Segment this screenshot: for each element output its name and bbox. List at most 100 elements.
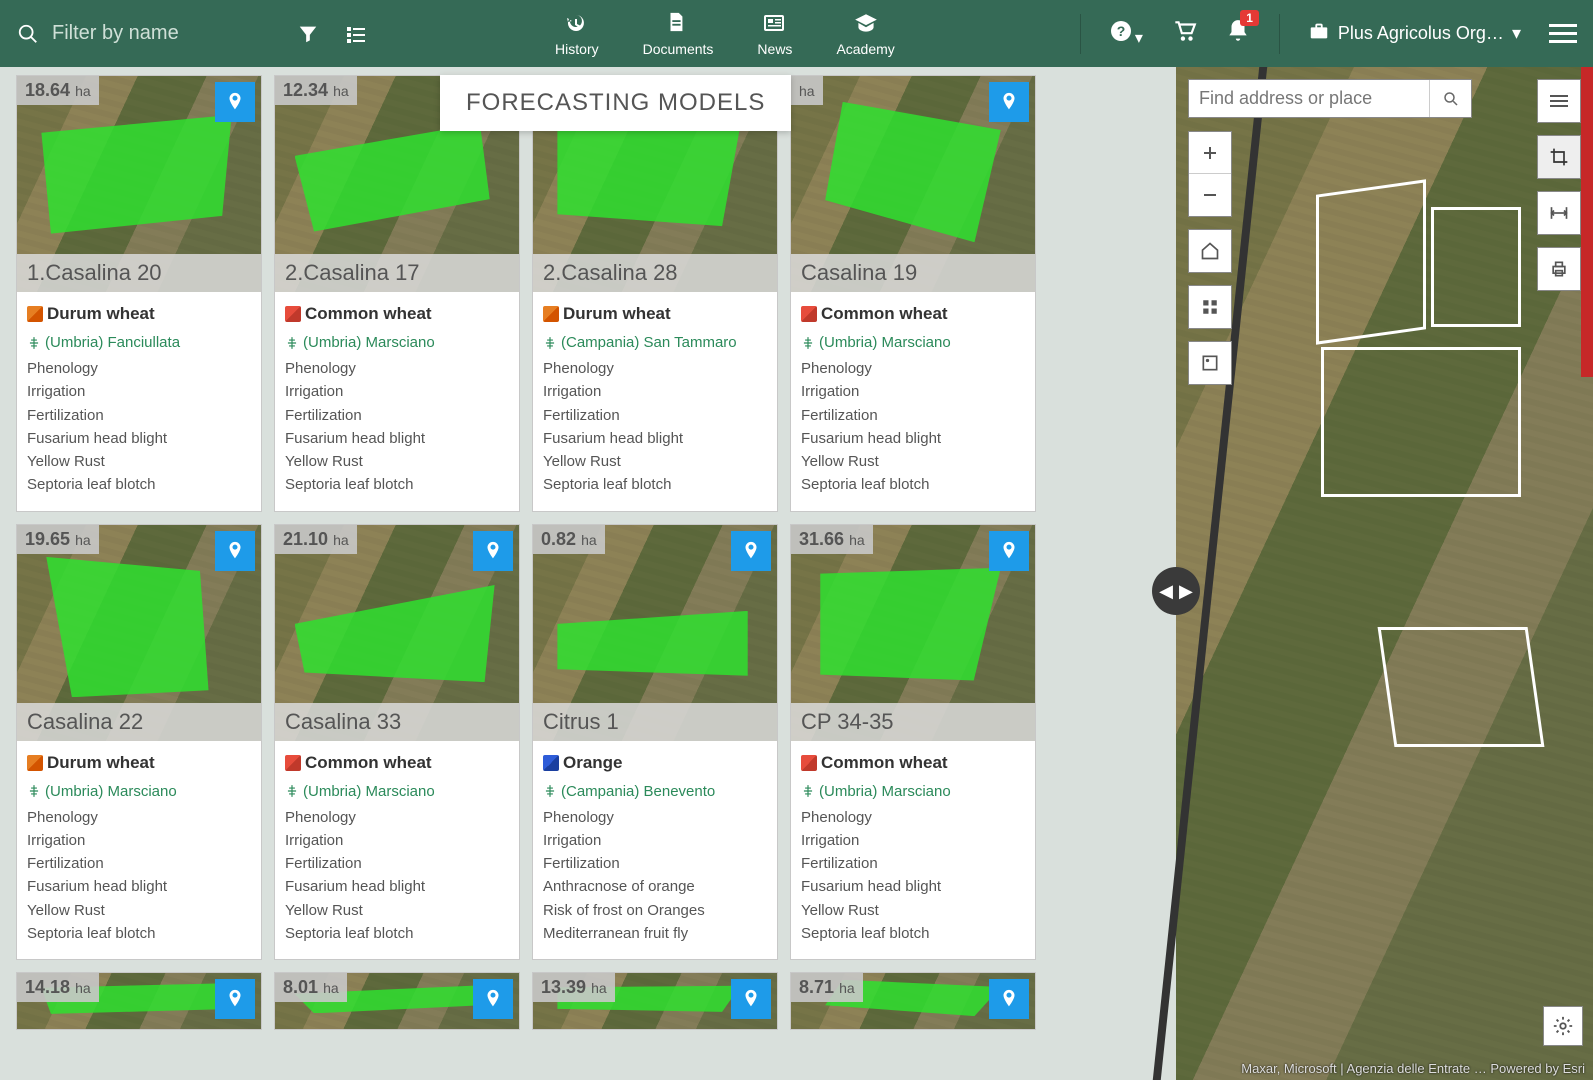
model-item[interactable]: Yellow Rust <box>801 450 1025 473</box>
print-button[interactable] <box>1538 248 1580 290</box>
model-item[interactable]: Fertilization <box>27 852 251 875</box>
model-item[interactable]: Phenology <box>801 357 1025 380</box>
locate-field-button[interactable] <box>989 979 1029 1019</box>
model-item[interactable]: Anthracnose of orange <box>543 875 767 898</box>
field-card[interactable]: 8.01 ha <box>274 972 520 1030</box>
map-search-input[interactable] <box>1189 80 1429 117</box>
model-item[interactable]: Fertilization <box>285 852 509 875</box>
model-item[interactable]: Yellow Rust <box>543 450 767 473</box>
scrollbar-thumb[interactable] <box>1581 67 1593 377</box>
model-item[interactable]: Yellow Rust <box>27 450 251 473</box>
field-card[interactable]: 12.34 ha 2.Casalina 17 Common wheat (Umb… <box>274 75 520 512</box>
model-item[interactable]: Risk of frost on Oranges <box>543 899 767 922</box>
zoom-out-button[interactable] <box>1189 174 1231 216</box>
model-item[interactable]: Irrigation <box>543 380 767 403</box>
model-item[interactable]: Septoria leaf blotch <box>801 922 1025 945</box>
map-settings-button[interactable] <box>1543 1006 1583 1046</box>
field-card[interactable]: 30.53 ha 2.Casalina 28 Durum wheat (Camp… <box>532 75 778 512</box>
model-item[interactable]: Septoria leaf blotch <box>543 473 767 496</box>
locate-field-button[interactable] <box>215 531 255 571</box>
map-menu-button[interactable] <box>1538 80 1580 122</box>
map-field-outline[interactable] <box>1321 347 1521 497</box>
field-card[interactable]: 19.65 ha Casalina 22 Durum wheat (Umbria… <box>16 524 262 961</box>
locate-field-button[interactable] <box>473 531 513 571</box>
model-item[interactable]: Irrigation <box>27 380 251 403</box>
fit-width-button[interactable] <box>1538 192 1580 234</box>
model-item[interactable]: Phenology <box>543 806 767 829</box>
crop-tool-button[interactable] <box>1538 136 1580 178</box>
help-icon[interactable]: ?▾ <box>1109 19 1143 48</box>
model-item[interactable]: Irrigation <box>543 829 767 852</box>
nav-news[interactable]: News <box>757 11 792 57</box>
model-item[interactable]: Fertilization <box>285 404 509 427</box>
map-panel[interactable]: Maxar, Microsoft | Agenzia delle Entrate… <box>1176 67 1593 1080</box>
filter-funnel-icon[interactable] <box>294 20 322 48</box>
field-card[interactable]: 0.82 ha Citrus 1 Orange (Campania) Benev… <box>532 524 778 961</box>
model-item[interactable]: Irrigation <box>801 380 1025 403</box>
panel-collapse-toggle[interactable]: ◀ ▶ <box>1152 567 1200 615</box>
org-selector[interactable]: Plus Agricolus Org… ▾ <box>1308 20 1521 47</box>
model-item[interactable]: Mediterranean fruit fly <box>543 922 767 945</box>
field-card[interactable]: 21.10 ha Casalina 33 Common wheat (Umbri… <box>274 524 520 961</box>
model-item[interactable]: Septoria leaf blotch <box>27 922 251 945</box>
model-item[interactable]: Yellow Rust <box>27 899 251 922</box>
model-item[interactable]: Yellow Rust <box>801 899 1025 922</box>
menu-icon[interactable] <box>1549 24 1577 43</box>
locate-field-button[interactable] <box>731 531 771 571</box>
model-item[interactable]: Septoria leaf blotch <box>285 922 509 945</box>
locate-field-button[interactable] <box>989 82 1029 122</box>
zoom-in-button[interactable] <box>1189 132 1231 174</box>
model-item[interactable]: Phenology <box>27 806 251 829</box>
model-item[interactable]: Septoria leaf blotch <box>27 473 251 496</box>
model-item[interactable]: Yellow Rust <box>285 450 509 473</box>
nav-academy[interactable]: Academy <box>836 11 894 57</box>
model-item[interactable]: Fertilization <box>543 852 767 875</box>
model-item[interactable]: Phenology <box>543 357 767 380</box>
field-card[interactable]: 8.71 ha <box>790 972 1036 1030</box>
cart-icon[interactable] <box>1171 18 1197 49</box>
model-item[interactable]: Fertilization <box>801 852 1025 875</box>
field-card[interactable]: ha Casalina 19 Common wheat (Umbria) Mar… <box>790 75 1036 512</box>
locate-field-button[interactable] <box>731 979 771 1019</box>
filter-input[interactable] <box>52 22 272 45</box>
model-item[interactable]: Fertilization <box>543 404 767 427</box>
locate-field-button[interactable] <box>215 82 255 122</box>
model-item[interactable]: Irrigation <box>801 829 1025 852</box>
model-item[interactable]: Yellow Rust <box>285 899 509 922</box>
nav-documents[interactable]: Documents <box>643 11 714 57</box>
model-item[interactable]: Fusarium head blight <box>27 427 251 450</box>
model-item[interactable]: Septoria leaf blotch <box>285 473 509 496</box>
map-field-outline[interactable] <box>1378 627 1545 747</box>
model-item[interactable]: Septoria leaf blotch <box>801 473 1025 496</box>
search-icon[interactable] <box>16 22 40 46</box>
model-item[interactable]: Fusarium head blight <box>285 427 509 450</box>
model-item[interactable]: Irrigation <box>285 829 509 852</box>
field-card[interactable]: 18.64 ha 1.Casalina 20 Durum wheat (Umbr… <box>16 75 262 512</box>
model-item[interactable]: Irrigation <box>285 380 509 403</box>
model-item[interactable]: Irrigation <box>27 829 251 852</box>
model-item[interactable]: Fusarium head blight <box>27 875 251 898</box>
nav-history[interactable]: History <box>555 11 599 57</box>
basemap-button[interactable] <box>1189 286 1231 328</box>
map-search-button[interactable] <box>1429 80 1471 117</box>
locate-field-button[interactable] <box>215 979 255 1019</box>
model-item[interactable]: Fusarium head blight <box>801 875 1025 898</box>
list-settings-icon[interactable] <box>342 20 370 48</box>
locate-field-button[interactable] <box>473 979 513 1019</box>
field-card[interactable]: 13.39 ha <box>532 972 778 1030</box>
home-extent-button[interactable] <box>1189 230 1231 272</box>
model-item[interactable]: Phenology <box>801 806 1025 829</box>
model-item[interactable]: Fusarium head blight <box>543 427 767 450</box>
layers-button[interactable] <box>1189 342 1231 384</box>
field-card[interactable]: 31.66 ha CP 34-35 Common wheat (Umbria) … <box>790 524 1036 961</box>
model-item[interactable]: Fusarium head blight <box>801 427 1025 450</box>
notifications-icon[interactable]: 1 <box>1225 18 1251 49</box>
model-item[interactable]: Fusarium head blight <box>285 875 509 898</box>
model-item[interactable]: Phenology <box>27 357 251 380</box>
model-item[interactable]: Phenology <box>285 806 509 829</box>
map-field-outline[interactable] <box>1431 207 1521 327</box>
model-item[interactable]: Fertilization <box>27 404 251 427</box>
field-card[interactable]: 14.18 ha <box>16 972 262 1030</box>
map-field-outline[interactable] <box>1316 179 1426 344</box>
model-item[interactable]: Fertilization <box>801 404 1025 427</box>
